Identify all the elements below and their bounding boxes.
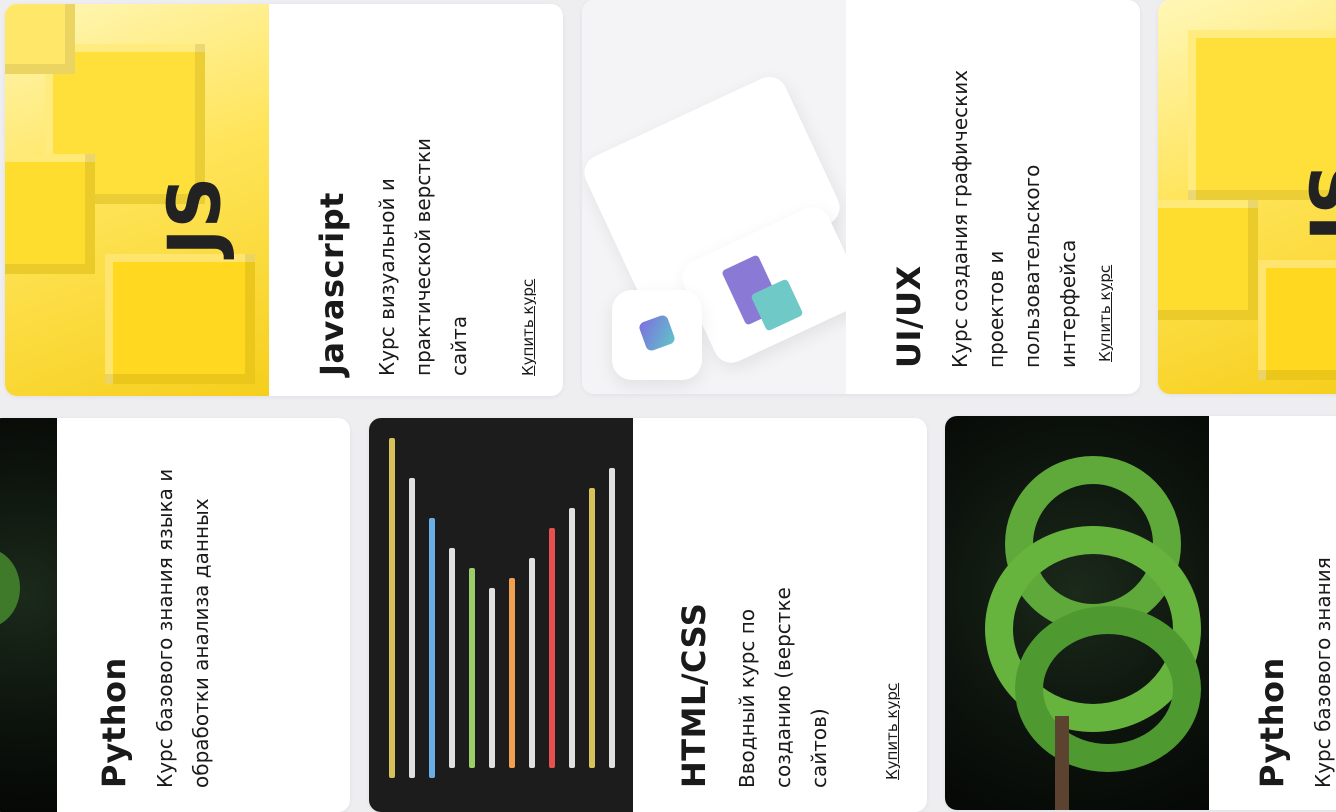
course-description: Курс базового знания <box>1311 557 1335 788</box>
buy-course-link[interactable]: Купить курс <box>1096 265 1114 362</box>
js-logo-icon: JS <box>152 176 237 256</box>
course-card-javascript-partial[interactable]: JS <box>1158 0 1336 394</box>
course-card-uiux[interactable]: UI/UX Курс создания графических проектов… <box>582 0 1140 394</box>
htmlcss-image <box>369 418 633 812</box>
course-title: Python <box>1253 657 1291 788</box>
javascript-image: JS <box>1158 0 1336 394</box>
course-card-python-2[interactable]: Python Курс базового знания <box>945 416 1336 810</box>
course-description: Вводный курс по созданию (верстке сайтов… <box>735 587 831 788</box>
course-card-python[interactable]: Python Курс базового знания языка и обра… <box>0 418 350 812</box>
course-card-javascript[interactable]: JS Javascript Курс визуальной и практиче… <box>5 4 563 396</box>
course-description: Курс базового знания языка и обработки а… <box>153 468 213 788</box>
course-card-htmlcss[interactable]: HTML/CSS Вводный курс по созданию (верст… <box>369 418 927 812</box>
course-title: Javascript <box>313 192 351 376</box>
course-description: Курс визуальной и практической верстки с… <box>375 137 471 376</box>
js-logo-icon: JS <box>1295 162 1336 242</box>
course-title: Python <box>95 657 133 788</box>
python-image <box>945 416 1209 810</box>
course-title: HTML/CSS <box>675 602 713 788</box>
python-image <box>0 418 57 812</box>
javascript-image: JS <box>5 4 269 396</box>
course-description: Курс создания графических проектов и пол… <box>948 69 1080 368</box>
course-title: UI/UX <box>890 265 928 368</box>
buy-course-link[interactable]: Купить курс <box>519 279 537 376</box>
buy-course-link[interactable]: Купить курс <box>883 683 901 780</box>
uiux-image <box>582 0 846 394</box>
